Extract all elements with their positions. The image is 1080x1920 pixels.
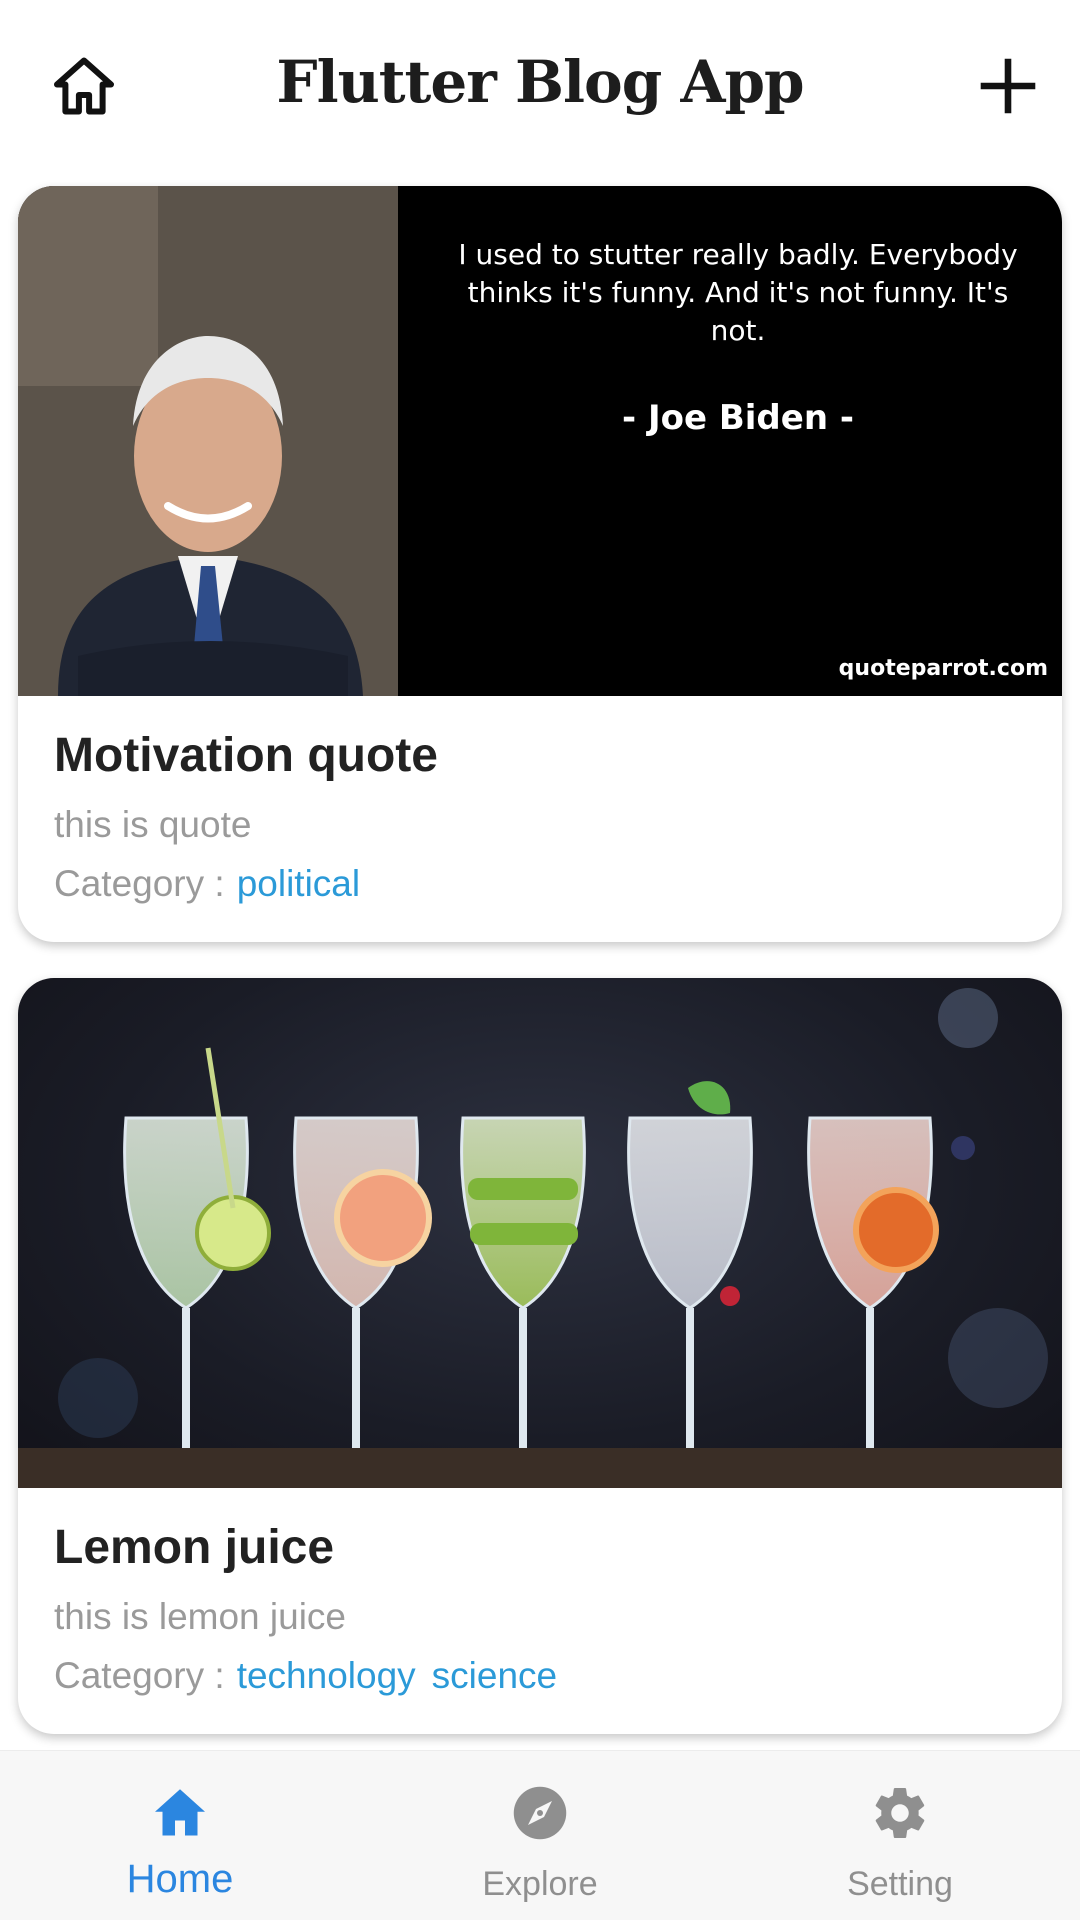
- nav-item-setting[interactable]: Setting: [720, 1751, 1080, 1920]
- category-label: Category :: [54, 863, 225, 904]
- add-post-button[interactable]: [972, 50, 1044, 122]
- category-row: Category : political: [54, 863, 360, 905]
- post-card[interactable]: I used to stutter really badly. Everybod…: [18, 186, 1062, 942]
- quote-author: - Joe Biden -: [622, 398, 854, 438]
- category-label: Category :: [54, 1655, 225, 1696]
- post-image: [18, 978, 1062, 1488]
- post-feed: I used to stutter really badly. Everybod…: [18, 186, 1062, 1770]
- post-description: this is lemon juice: [54, 1596, 347, 1637]
- category-row: Category : technology science: [54, 1655, 557, 1697]
- gear-icon: [870, 1783, 930, 1843]
- nav-label: Explore: [482, 1865, 598, 1903]
- category-tag[interactable]: political: [237, 863, 360, 905]
- nav-item-explore[interactable]: Explore: [360, 1751, 720, 1920]
- quote-source: quoteparrot.com: [838, 656, 1048, 681]
- nav-item-home[interactable]: Home: [0, 1751, 360, 1920]
- nav-label: Setting: [847, 1865, 953, 1903]
- nav-label: Home: [126, 1857, 234, 1901]
- quote-text: I used to stutter really badly. Everybod…: [458, 238, 1018, 347]
- compass-icon: [510, 1783, 570, 1843]
- home-icon: [150, 1783, 210, 1843]
- post-card[interactable]: Lemon juice this is lemon juice Category…: [18, 978, 1062, 1734]
- category-tag[interactable]: technology: [237, 1655, 416, 1697]
- category-tag[interactable]: science: [432, 1655, 557, 1697]
- post-image: I used to stutter really badly. Everybod…: [18, 186, 1062, 696]
- cocktail-glasses-photo: [18, 988, 1062, 1488]
- bottom-navigation: Home Explore Setting: [0, 1750, 1080, 1920]
- plus-icon: [980, 58, 1036, 114]
- post-title: Lemon juice: [54, 1521, 335, 1574]
- portrait-photo: [18, 186, 398, 696]
- app-bar: Flutter Blog App: [0, 0, 1080, 172]
- post-description: this is quote: [54, 804, 252, 845]
- post-title: Motivation quote: [54, 729, 438, 782]
- page-title: Flutter Blog App: [276, 48, 804, 116]
